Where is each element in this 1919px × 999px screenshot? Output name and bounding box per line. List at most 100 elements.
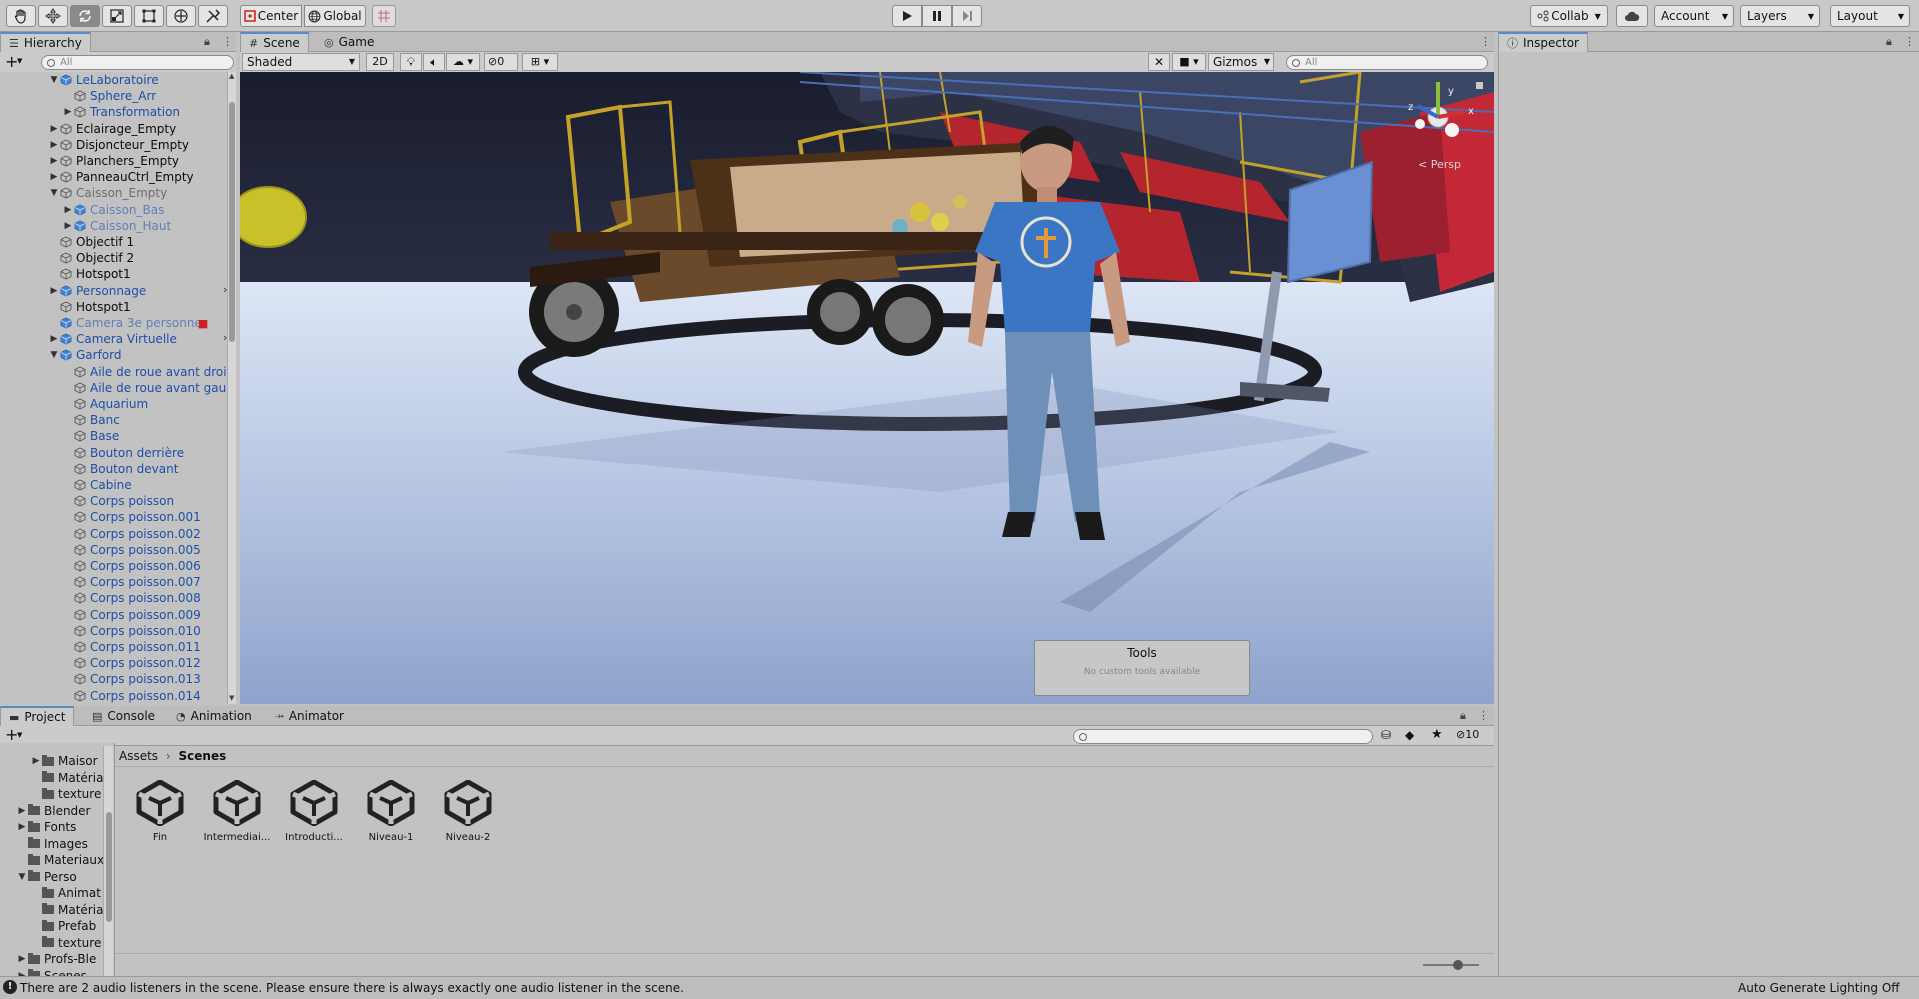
yellow-disc[interactable] (240, 186, 307, 248)
lock-icon[interactable]: 🔒︎ (1886, 35, 1892, 49)
hierarchy-item[interactable]: Corps poisson.012 (62, 655, 201, 671)
rect-tool-button[interactable] (134, 5, 164, 27)
play-button[interactable] (892, 5, 922, 27)
collapse-arrow-icon[interactable]: ▶ (48, 124, 60, 134)
scene-asset[interactable]: Niveau-2 (433, 780, 503, 843)
collapse-arrow-icon[interactable]: ▶ (48, 286, 60, 296)
hierarchy-item[interactable]: Objectif 2 (48, 250, 134, 266)
chevron-down-icon[interactable]: ▼ (17, 731, 22, 739)
lighting-toggle-icon[interactable]: 💡︎ (400, 53, 422, 71)
expand-arrow-icon[interactable]: ▼ (16, 872, 28, 882)
project-folder-item[interactable]: texture (30, 935, 101, 951)
hierarchy-item[interactable]: Corps poisson.006 (62, 558, 201, 574)
hierarchy-item[interactable]: Aquarium (62, 396, 148, 412)
collapse-arrow-icon[interactable]: ▶ (62, 221, 74, 231)
tab-animation[interactable]: ◔ Animation (168, 706, 260, 726)
project-folder-item[interactable]: Animat (30, 885, 101, 901)
gizmos-dropdown[interactable]: Gizmos ▼ (1208, 53, 1274, 71)
hierarchy-item[interactable]: ▶ Transformation (62, 104, 181, 120)
project-folder-item[interactable]: Matéria (30, 902, 103, 918)
chevron-down-icon[interactable]: ▼ (17, 57, 22, 65)
menu-dots-icon[interactable]: ⋮ (1480, 35, 1491, 48)
pivot-center-toggle[interactable]: Center (240, 5, 302, 27)
hierarchy-item[interactable]: Banc (62, 412, 120, 428)
hierarchy-item[interactable]: Corps poisson.014 (62, 688, 201, 704)
zoom-slider-handle[interactable] (1453, 960, 1463, 970)
hand-tool-button[interactable] (6, 5, 36, 27)
layers-dropdown[interactable]: Layers ▼ (1740, 5, 1820, 27)
favorite-star-icon[interactable]: ★ (1431, 727, 1443, 742)
tools-toggle-icon[interactable]: ✕ (1148, 53, 1170, 71)
scroll-down-icon[interactable]: ▼ (229, 694, 234, 702)
collapse-arrow-icon[interactable]: ▶ (48, 140, 60, 150)
scene-asset[interactable]: Niveau-1 (356, 780, 426, 843)
tab-game[interactable]: ◎ Game (316, 32, 382, 52)
lock-icon[interactable]: 🔒︎ (204, 35, 210, 49)
tab-animator[interactable]: ⤞ Animator (267, 706, 352, 726)
hierarchy-item[interactable]: Corps poisson.013 (62, 671, 201, 687)
project-tree-scrollbar[interactable] (103, 746, 113, 976)
collapse-arrow-icon[interactable]: ▶ (48, 172, 60, 182)
hierarchy-item[interactable]: ▶ Personnage › (48, 283, 228, 299)
hierarchy-item[interactable]: Corps poisson.001 (62, 509, 201, 525)
pivot-global-toggle[interactable]: Global (304, 5, 366, 27)
tab-project[interactable]: ▬ Project (0, 706, 75, 726)
persp-label[interactable]: < Persp (1418, 158, 1461, 171)
collapse-arrow-icon[interactable]: ▶ (16, 822, 28, 832)
scale-tool-button[interactable] (102, 5, 132, 27)
menu-dots-icon[interactable]: ⋮ (1904, 35, 1915, 48)
collapse-arrow-icon[interactable]: ▶ (16, 806, 28, 816)
hierarchy-item[interactable]: Base (62, 428, 119, 444)
hierarchy-item[interactable]: Corps poisson (62, 493, 174, 509)
hierarchy-item[interactable]: Corps poisson.010 (62, 623, 201, 639)
step-button[interactable] (952, 5, 982, 27)
audio-toggle-icon[interactable]: 🔈︎ (423, 53, 445, 71)
hierarchy-item[interactable]: Aile de roue avant droite (62, 364, 236, 380)
collapse-arrow-icon[interactable]: ▶ (16, 954, 28, 964)
project-folder-item[interactable]: Images (16, 836, 88, 852)
scene-search-input[interactable]: All (1286, 55, 1488, 70)
collapse-arrow-icon[interactable]: ▶ (62, 107, 74, 117)
pause-button[interactable] (922, 5, 952, 27)
cloud-button[interactable] (1616, 5, 1648, 27)
hierarchy-item[interactable]: Corps poisson.002 (62, 526, 201, 542)
rotate-tool-button[interactable] (70, 5, 100, 27)
expand-arrow-icon[interactable]: ▼ (48, 75, 60, 85)
account-dropdown[interactable]: Account ▼ (1654, 5, 1734, 27)
hierarchy-item[interactable]: Aile de roue avant gauc (62, 380, 233, 396)
hierarchy-search-input[interactable]: All (41, 55, 234, 70)
hierarchy-item[interactable]: ▶ Caisson_Haut (62, 218, 172, 234)
hierarchy-item[interactable]: Bouton devant (62, 461, 178, 477)
transform-tool-button[interactable] (166, 5, 196, 27)
effects-dropdown-icon[interactable]: ☁ ▾ (446, 53, 480, 71)
zoom-slider-track[interactable] (1423, 964, 1479, 966)
hierarchy-item[interactable]: ▶ Disjoncteur_Empty (48, 137, 190, 153)
hierarchy-item[interactable]: ▶ Eclairage_Empty (48, 121, 177, 137)
mode-2d-toggle[interactable]: 2D (366, 53, 394, 71)
hierarchy-item[interactable]: Objectif 1 (48, 234, 134, 250)
collab-dropdown[interactable]: Collab ▼ (1530, 5, 1608, 27)
project-folder-item[interactable]: ▼ Perso (16, 869, 77, 885)
tab-scene[interactable]: # Scene (240, 32, 309, 52)
menu-dots-icon[interactable]: ⋮ (1478, 709, 1489, 722)
collapse-arrow-icon[interactable]: ▶ (48, 156, 60, 166)
project-tree-scrollbar-thumb[interactable] (106, 812, 112, 922)
project-folder-item[interactable]: ▶ Profs-Ble (16, 951, 97, 967)
lighting-status[interactable]: Auto Generate Lighting Off (1738, 981, 1900, 995)
tab-inspector[interactable]: ⓘ Inspector (1498, 32, 1588, 52)
move-tool-button[interactable] (38, 5, 68, 27)
tab-console[interactable]: ▤ Console (84, 706, 163, 726)
project-folder-item[interactable]: ▶ Scenes (16, 968, 87, 976)
hierarchy-scrollbar[interactable]: ▲ ▼ (227, 72, 236, 704)
hierarchy-item[interactable]: Corps poisson.009 (62, 607, 201, 623)
status-message[interactable]: There are 2 audio listeners in the scene… (20, 981, 684, 995)
scroll-up-icon[interactable]: ▲ (229, 72, 234, 80)
hierarchy-item[interactable]: Corps poisson.007 (62, 574, 201, 590)
camera-dropdown-icon[interactable]: ■ ▾ (1172, 53, 1206, 71)
hierarchy-scrollbar-thumb[interactable] (229, 102, 235, 342)
breadcrumb-root[interactable]: Assets (119, 749, 158, 763)
hierarchy-item[interactable]: ▼ Garford (48, 347, 122, 363)
collapse-arrow-icon[interactable]: ▶ (62, 205, 74, 215)
project-folder-item[interactable]: ▶ Fonts (16, 819, 77, 835)
hierarchy-item[interactable]: Corps poisson.005 (62, 542, 201, 558)
